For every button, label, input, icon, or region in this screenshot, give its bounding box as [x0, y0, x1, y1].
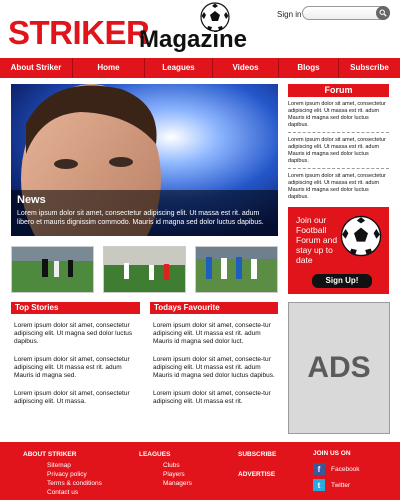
forum-title: Forum	[288, 84, 389, 97]
footer-subscribe[interactable]: SUBSCRIBE	[238, 450, 276, 459]
header: STRIKER Magazine Sign in	[0, 0, 400, 56]
footer-about: ABOUT STRIKER Sitemap Privacy policy Ter…	[23, 450, 102, 497]
forum-item[interactable]: Lorem ipsum dolor sit amet, consectetur …	[288, 101, 389, 133]
story-paragraph: Lorem ipsum dolor sit amet, consectetur …	[14, 356, 130, 379]
footer: ABOUT STRIKER Sitemap Privacy policy Ter…	[0, 442, 400, 500]
forum-list: Lorem ipsum dolor sit amet, consectetur …	[288, 101, 389, 208]
footer-join-title: JOIN US ON	[313, 450, 351, 457]
footer-link-terms[interactable]: Terms & conditions	[23, 479, 102, 488]
favourite-paragraph: Lorem ipsum dolor sit amet, consecte-tur…	[153, 356, 275, 379]
match-photo-1	[12, 247, 93, 292]
footer-leagues: LEAGUES Clubs Players Managers	[139, 450, 192, 488]
nav-subscribe[interactable]: Subscribe	[338, 58, 400, 78]
facebook-label: Facebook	[331, 465, 360, 473]
footer-link-players[interactable]: Players	[139, 470, 192, 479]
forum-item[interactable]: Lorem ipsum dolor sit amet, consectetur …	[288, 137, 389, 169]
signup-button[interactable]: Sign Up!	[312, 274, 372, 288]
nav-videos[interactable]: Videos	[212, 58, 278, 78]
hero-title: News	[17, 194, 46, 206]
favourite-list: Lorem ipsum dolor sit amet, consecte-tur…	[153, 322, 279, 416]
nav-blogs[interactable]: Blogs	[278, 58, 338, 78]
thumbnail-3[interactable]	[195, 246, 278, 293]
twitter-link[interactable]: t Twitter	[313, 479, 360, 491]
match-photo-2	[104, 247, 185, 292]
footer-subscribe-col: SUBSCRIBE ADVERTISE	[238, 450, 276, 481]
facebook-link[interactable]: f Facebook	[313, 463, 360, 475]
hero-text: Lorem ipsum dolor sit amet, consectetur …	[17, 210, 264, 226]
logo-word-magazine: Magazine	[139, 26, 248, 53]
nav-home[interactable]: Home	[72, 58, 144, 78]
footer-about-title[interactable]: ABOUT STRIKER	[23, 450, 102, 459]
footer-social: JOIN US ON f Facebook t Twitter	[313, 450, 360, 495]
facebook-icon: f	[313, 463, 325, 475]
footer-link-managers[interactable]: Managers	[139, 479, 192, 488]
signin-label: Sign in	[277, 10, 302, 19]
join-forum-box: Join our Football Forum and stay up to d…	[288, 207, 389, 294]
ad-placeholder[interactable]: ADS	[288, 302, 390, 434]
thumbnail-1[interactable]	[11, 246, 94, 293]
footer-link-sitemap[interactable]: Sitemap	[23, 461, 102, 470]
logo-word-striker: STRIKER	[8, 14, 150, 51]
favourite-paragraph: Lorem ipsum dolor sit amet, consecte-tur…	[153, 390, 271, 405]
match-photo-3	[196, 247, 277, 292]
footer-link-privacy[interactable]: Privacy policy	[23, 470, 102, 479]
top-stories-list: Lorem ipsum dolor sit amet, consectetur …	[14, 322, 140, 416]
hero-news[interactable]: News Lorem ipsum dolor sit amet, consect…	[11, 84, 278, 236]
football-icon	[200, 2, 230, 32]
forum-item[interactable]: Lorem ipsum dolor sit amet, consectetur …	[288, 173, 389, 204]
thumbnail-2[interactable]	[103, 246, 186, 293]
main-nav: About Striker Home Leagues Videos Blogs …	[0, 56, 400, 78]
footer-leagues-title[interactable]: LEAGUES	[139, 450, 192, 459]
footer-advertise[interactable]: ADVERTISE	[238, 470, 276, 479]
nav-about-striker[interactable]: About Striker	[0, 58, 72, 78]
football-icon	[340, 215, 382, 257]
story-paragraph: Lorem ipsum dolor sit amet, consectetur …	[14, 390, 130, 405]
top-stories-title: Top Stories	[11, 302, 140, 314]
search-icon[interactable]	[376, 6, 390, 20]
twitter-icon: t	[313, 479, 325, 491]
hero-caption: News Lorem ipsum dolor sit amet, consect…	[11, 190, 278, 236]
twitter-label: Twitter	[331, 481, 351, 489]
footer-link-contact[interactable]: Contact us	[23, 488, 102, 497]
favourite-title: Todays Favourite	[150, 302, 278, 314]
nav-leagues[interactable]: Leagues	[144, 58, 212, 78]
story-paragraph: Lorem ipsum dolor sit amet, consectetur …	[14, 322, 133, 345]
favourite-paragraph: Lorem ipsum dolor sit amet, consecte-tur…	[153, 322, 271, 345]
footer-link-clubs[interactable]: Clubs	[139, 461, 192, 470]
